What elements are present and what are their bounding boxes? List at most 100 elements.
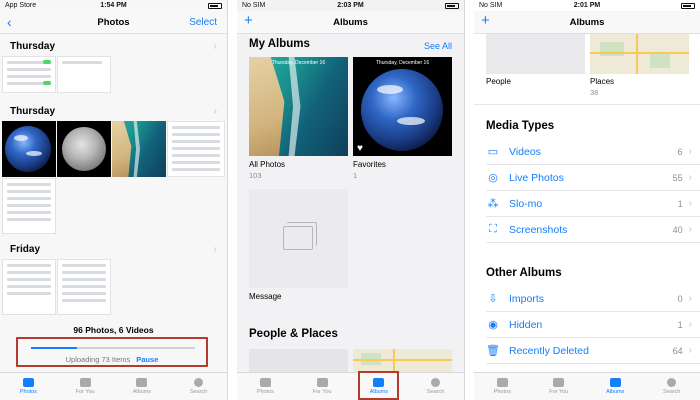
album-row-imports[interactable]: ⇩ Imports 0 › — [486, 286, 700, 312]
tab-search[interactable]: Search — [644, 373, 700, 400]
chevron-right-icon: › — [688, 293, 692, 304]
slomo-icon: ⁂ — [487, 198, 499, 210]
photo-thumbnail[interactable] — [167, 121, 225, 177]
album-row-slo-mo[interactable]: ⁂ Slo-mo 1 › — [486, 191, 700, 217]
tab-bar: Photos For You Albums Search — [474, 372, 700, 400]
tab-photos[interactable]: Photos — [0, 373, 57, 400]
people-places-heading: People & Places — [249, 328, 338, 340]
people-album-cover[interactable] — [486, 34, 585, 74]
status-bar: App Store 1:54 PM — [0, 0, 227, 11]
album-name: People — [486, 77, 511, 86]
select-button[interactable]: Select — [189, 17, 217, 28]
chevron-right-icon: › — [688, 345, 692, 356]
photos-tab-icon — [22, 378, 34, 387]
other-albums-heading: Other Albums — [486, 267, 562, 279]
album-name: Message — [249, 292, 282, 301]
albums-tab-highlight — [358, 371, 399, 400]
album-row-screenshots[interactable]: ⛶ Screenshots 40 › — [486, 217, 700, 243]
tab-albums[interactable]: Albums — [114, 373, 171, 400]
my-albums-heading: My Albums — [249, 38, 310, 50]
status-time: 1:54 PM — [100, 2, 127, 9]
plus-icon[interactable]: + — [481, 12, 490, 29]
plus-icon[interactable]: + — [244, 12, 253, 29]
battery-icon — [681, 2, 695, 9]
page-title: Albums — [333, 16, 368, 28]
section-title: Friday — [10, 244, 41, 255]
for-you-tab-icon — [79, 378, 91, 387]
album-row-live-photos[interactable]: ◎ Live Photos 55 › — [486, 165, 700, 191]
chevron-right-icon[interactable]: › — [214, 244, 217, 255]
album-count: 38 — [590, 88, 599, 97]
upload-progress-bar — [31, 347, 195, 349]
status-time: 2:03 PM — [337, 2, 364, 9]
album-cover-date: Thursday, December 16 — [375, 60, 430, 66]
tab-photos[interactable]: Photos — [474, 373, 531, 400]
video-icon: ▭ — [487, 146, 499, 158]
photos-screen: App Store 1:54 PM ‹ Photos Select Thursd… — [0, 0, 228, 400]
tab-for-you[interactable]: For You — [57, 373, 114, 400]
chevron-right-icon: › — [688, 198, 692, 209]
photo-count-summary: 96 Photos, 6 Videos — [73, 325, 154, 335]
photo-thumbnail[interactable] — [57, 259, 111, 315]
page-title: Albums — [569, 16, 605, 28]
nav-bar: ‹ Photos Select — [0, 11, 227, 34]
tab-search[interactable]: Search — [170, 373, 227, 400]
see-all-link[interactable]: See All — [424, 41, 452, 51]
places-album-cover[interactable] — [590, 34, 689, 74]
pause-button[interactable]: Pause — [136, 355, 158, 364]
people-album-cover[interactable] — [249, 349, 348, 373]
albums-tab-icon — [609, 378, 621, 387]
album-name: All Photos — [249, 160, 286, 169]
chevron-right-icon: › — [688, 319, 692, 330]
album-row-hidden[interactable]: ◉ Hidden 1 › — [486, 312, 700, 338]
status-bar: No SIM 2:03 PM — [237, 0, 464, 11]
photo-thumbnail[interactable] — [112, 121, 166, 177]
places-album-cover[interactable] — [353, 349, 452, 373]
search-tab-icon — [194, 378, 204, 387]
chevron-right-icon: › — [688, 224, 692, 235]
album-cover-all-photos[interactable]: Thursday, December 16 — [249, 57, 348, 156]
photo-thumbnail[interactable] — [2, 259, 56, 315]
chevron-right-icon[interactable]: › — [214, 41, 217, 52]
photo-thumbnail[interactable] — [2, 178, 56, 234]
photo-thumbnail[interactable] — [2, 121, 56, 177]
album-row-videos[interactable]: ▭ Videos 6 › — [486, 139, 700, 165]
photo-thumbnail[interactable] — [57, 121, 111, 177]
tab-albums[interactable]: Albums — [587, 373, 644, 400]
status-bar: No SIM 2:01 PM — [474, 0, 700, 11]
photo-thumbnail[interactable] — [57, 56, 111, 93]
tab-for-you[interactable]: For You — [531, 373, 588, 400]
battery-icon — [208, 2, 222, 9]
album-row-recently-deleted[interactable]: 🗑 Recently Deleted 64 › — [486, 338, 700, 364]
tab-search[interactable]: Search — [407, 373, 464, 400]
chevron-right-icon[interactable]: › — [214, 106, 217, 117]
section-title: Thursday — [10, 106, 56, 117]
albums-tab-icon — [136, 378, 148, 387]
tab-for-you[interactable]: For You — [294, 373, 351, 400]
heart-icon: ♥ — [357, 143, 363, 154]
album-name: Favorites — [353, 160, 386, 169]
tab-bar: Photos For You Albums Search — [0, 372, 227, 400]
for-you-tab-icon — [316, 378, 328, 387]
import-icon: ⇩ — [488, 293, 498, 305]
battery-icon — [445, 2, 459, 9]
chevron-right-icon: › — [688, 172, 692, 183]
photo-thumbnail[interactable] — [2, 56, 56, 93]
page-title: Photos — [97, 16, 130, 28]
hidden-eye-icon: ◉ — [488, 319, 498, 331]
chevron-right-icon: › — [688, 146, 692, 157]
album-cover-favorites[interactable]: Thursday, December 16 ♥ — [353, 57, 452, 156]
media-types-heading: Media Types — [486, 120, 555, 132]
nav-bar: + Albums — [237, 11, 464, 34]
upload-status-text: Uploading 73 Items — [65, 355, 131, 364]
nav-bar: + Albums — [474, 11, 700, 34]
album-name: Places — [590, 77, 615, 86]
photos-tab-icon — [496, 378, 508, 387]
album-cover-message[interactable] — [249, 189, 348, 288]
album-cover-date: Thursday, December 16 — [271, 60, 326, 66]
screenshot-icon: ⛶ — [489, 223, 497, 235]
album-count: 1 — [353, 171, 358, 180]
trash-icon: 🗑 — [486, 345, 500, 357]
chevron-left-icon[interactable]: ‹ — [7, 14, 12, 30]
tab-photos[interactable]: Photos — [237, 373, 294, 400]
